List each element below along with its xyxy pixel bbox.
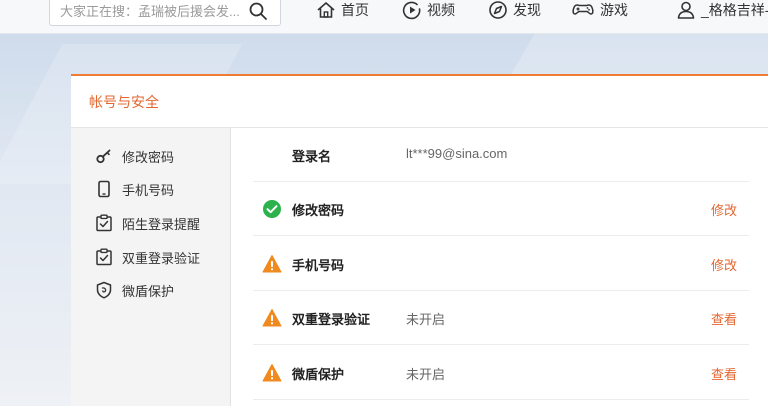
security-sidebar: 修改密码 手机号码 陌生登录提醒 双重登录验证 微盾保护 (71, 128, 231, 406)
view-shield-protection-link[interactable]: 查看 (711, 364, 737, 383)
sidebar-item-login-alert[interactable]: 陌生登录提醒 (95, 211, 225, 235)
row-label: 登录名 (292, 149, 332, 164)
nav-user-label: _格格吉祥--矢 (701, 2, 768, 18)
row-label: 修改密码 (292, 203, 345, 218)
row-login-name: 登录名 lt***99@sina.com (253, 128, 749, 182)
panel-title: 帐号与安全 (89, 93, 159, 110)
view-double-verify-link[interactable]: 查看 (711, 309, 737, 328)
sidebar-item-label: 修改密码 (122, 149, 175, 165)
nav-discover-label: 发现 (513, 2, 541, 18)
nav-games-label: 游戏 (600, 2, 628, 18)
sidebar-item-change-password[interactable]: 修改密码 (95, 144, 225, 168)
nav-video-label: 视频 (427, 2, 455, 18)
account-security-panel: 帐号与安全 修改密码 手机号码 陌生登录提醒 双重登录验证 微盾保护 登录名 l… (71, 74, 768, 406)
shield-icon (96, 281, 112, 299)
nav-home-label: 首页 (341, 2, 369, 18)
sidebar-item-phone-number[interactable]: 手机号码 (95, 177, 225, 201)
panel-header: 帐号与安全 (71, 76, 768, 128)
login-alert-icon (96, 214, 112, 232)
warning-icon (262, 254, 282, 274)
warning-icon (262, 308, 282, 328)
sidebar-item-label: 手机号码 (122, 182, 175, 198)
sidebar-item-label: 陌生登录提醒 (122, 216, 201, 232)
row-double-verify: 双重登录验证 未开启 查看 (253, 291, 749, 345)
home-icon (317, 2, 335, 18)
sidebar-item-shield-protection[interactable]: 微盾保护 (95, 278, 225, 302)
double-verify-icon (96, 248, 112, 266)
top-navigation-bar: 首页 视频 发现 游戏 _格格吉祥--矢 (0, 0, 768, 34)
row-label: 微盾保护 (292, 367, 345, 382)
nav-video[interactable]: 视频 (402, 0, 455, 24)
modify-phone-link[interactable]: 修改 (711, 255, 737, 274)
nav-user[interactable]: _格格吉祥--矢 (676, 0, 768, 24)
nav-games[interactable]: 游戏 (571, 0, 628, 24)
modify-password-link[interactable]: 修改 (711, 200, 737, 219)
compass-icon (489, 1, 507, 19)
row-label: 手机号码 (292, 258, 345, 273)
search-icon[interactable] (248, 1, 272, 25)
row-label: 双重登录验证 (292, 312, 371, 327)
sidebar-item-label: 微盾保护 (122, 283, 175, 299)
security-settings-list: 登录名 lt***99@sina.com 修改密码 修改 手机号码 修改 双重登… (253, 128, 749, 406)
shield-protection-status: 未开启 (406, 367, 446, 382)
row-phone-number: 手机号码 修改 (253, 237, 749, 291)
sidebar-item-label: 双重登录验证 (122, 250, 201, 266)
row-change-password: 修改密码 修改 (253, 182, 749, 236)
sidebar-item-double-verify[interactable]: 双重登录验证 (95, 245, 225, 269)
nav-home[interactable]: 首页 (316, 0, 369, 24)
login-name-value: lt***99@sina.com (406, 146, 508, 161)
double-verify-status: 未开启 (406, 312, 446, 327)
video-icon (402, 1, 421, 20)
row-shield-protection: 微盾保护 未开启 查看 (253, 346, 749, 400)
check-circle-icon (262, 199, 282, 219)
search-box (49, 0, 281, 26)
warning-icon (262, 363, 282, 383)
nav-discover[interactable]: 发现 (488, 0, 541, 24)
gamepad-icon (572, 4, 594, 15)
key-icon (96, 149, 111, 164)
phone-icon (98, 180, 110, 198)
search-input[interactable] (50, 0, 246, 25)
user-icon (677, 1, 695, 19)
